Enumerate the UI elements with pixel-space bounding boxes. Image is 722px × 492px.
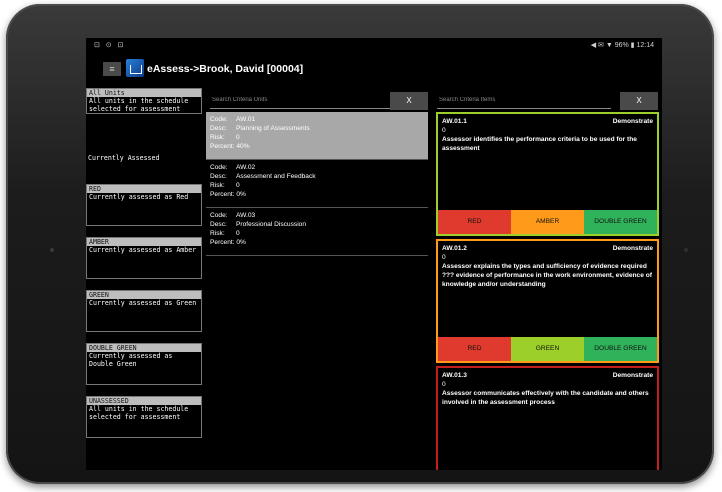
desc-label: Desc:: [210, 221, 227, 228]
filter-text: All units in the schedule selected for a…: [87, 97, 201, 113]
unit-code: AW.03: [236, 212, 256, 219]
screen: ⊡ ⊙ ⊡ ◀ ✉ ▼ 96% ▮ 12:14 ≡ eAssess->Brook…: [86, 38, 662, 470]
criteria-id: AW.01.1: [442, 118, 467, 125]
filter-header: All Units: [87, 89, 201, 97]
criteria-type: Demonstrate: [612, 245, 653, 252]
filter-text: Currently assessed as Red: [87, 193, 201, 225]
menu-button[interactable]: ≡: [103, 62, 121, 76]
unit-code: AW.02: [236, 164, 256, 171]
desc-label: Desc:: [210, 125, 227, 132]
criteria-column: X AW.01.1 Demonstrate 0 Assessor identifi…: [433, 88, 662, 470]
criteria-description: Assessor explains the types and sufficie…: [442, 263, 652, 288]
code-label: Code:: [210, 116, 228, 123]
filter-red[interactable]: RED Currently assessed as Red: [86, 184, 202, 226]
status-icons-left: ⊡ ⊙ ⊡: [94, 42, 126, 49]
filter-header: DOUBLE GREEN: [87, 344, 201, 352]
units-search-input[interactable]: [210, 92, 390, 109]
criteria-card: AW.01.3 Demonstrate 0 Assessor communicat…: [436, 366, 659, 470]
unit-percent: Percent: 40%: [210, 143, 250, 150]
criteria-search-row: X: [433, 88, 662, 112]
criteria-number: 0: [442, 381, 446, 388]
filter-text: All units in the schedule selected for a…: [87, 405, 201, 437]
double-green-button[interactable]: DOUBLE GREEN: [584, 210, 657, 234]
criteria-description: Assessor identifies the performance crit…: [442, 136, 637, 152]
sensor-icon: [684, 248, 688, 252]
filter-text: Currently assessed as Double Green: [87, 352, 201, 384]
filter-unassessed[interactable]: UNASSESSED All units in the schedule sel…: [86, 396, 202, 438]
green-button[interactable]: GREEN: [511, 337, 584, 361]
criteria-id: AW.01.2: [442, 245, 467, 252]
amber-button[interactable]: AMBER: [511, 210, 584, 234]
criteria-type: Demonstrate: [612, 372, 653, 379]
filter-text: Currently assessed as Amber: [87, 246, 201, 278]
unit-list-item[interactable]: Code: AW.02 Desc: Assessment and Feedback …: [206, 160, 428, 208]
units-column: X Code: AW.01 Desc: Planning of Assessment…: [206, 88, 428, 470]
currently-assessed-label: Currently Assessed: [88, 154, 160, 162]
risk-label: Risk:: [210, 182, 225, 189]
filter-column: All Units All units in the schedule sele…: [86, 88, 202, 470]
criteria-number: 0: [442, 254, 446, 261]
desc-label: Desc:: [210, 173, 227, 180]
unit-percent: Percent: 0%: [210, 239, 246, 246]
unit-code: AW.01: [236, 116, 256, 123]
unit-desc: Planning of Assessments: [236, 125, 310, 132]
status-icons-right: ◀ ✉ ▼ 96% ▮ 12:14: [590, 42, 654, 49]
units-search-row: X: [206, 88, 428, 112]
criteria-type: Demonstrate: [612, 118, 653, 125]
unit-desc: Assessment and Feedback: [236, 173, 316, 180]
unit-desc: Professional Discussion: [236, 221, 306, 228]
criteria-number: 0: [442, 127, 446, 134]
unit-list-item[interactable]: Code: AW.03 Desc: Professional Discussion …: [206, 208, 428, 256]
filter-all-units[interactable]: All Units All units in the schedule sele…: [86, 88, 202, 114]
filter-amber[interactable]: AMBER Currently assessed as Amber: [86, 237, 202, 279]
criteria-card: AW.01.1 Demonstrate 0 Assessor identifies…: [436, 112, 659, 236]
filter-double-green[interactable]: DOUBLE GREEN Currently assessed as Doubl…: [86, 343, 202, 385]
filter-text: Currently assessed as Green: [87, 299, 201, 331]
app-logo-icon: [126, 59, 144, 77]
camera-icon: [50, 248, 54, 252]
double-green-button[interactable]: DOUBLE GREEN: [584, 337, 657, 361]
tablet-frame: ⊡ ⊙ ⊡ ◀ ✉ ▼ 96% ▮ 12:14 ≡ eAssess->Brook…: [6, 4, 714, 484]
unit-risk: 0: [236, 230, 240, 237]
units-clear-button[interactable]: X: [390, 92, 428, 110]
app-bar: ≡ eAssess->Brook, David [00004]: [86, 52, 662, 80]
filter-header: UNASSESSED: [87, 397, 201, 405]
app-title: eAssess->Brook, David [00004]: [147, 63, 304, 75]
unit-risk: 0: [236, 182, 240, 189]
code-label: Code:: [210, 212, 228, 219]
status-bar: ⊡ ⊙ ⊡ ◀ ✉ ▼ 96% ▮ 12:14: [86, 38, 662, 52]
red-button[interactable]: RED: [438, 337, 511, 361]
unit-risk: 0: [236, 134, 240, 141]
filter-header: RED: [87, 185, 201, 193]
red-button[interactable]: RED: [438, 210, 511, 234]
filter-green[interactable]: GREEN Currently assessed as Green: [86, 290, 202, 332]
filter-header: GREEN: [87, 291, 201, 299]
unit-list-item[interactable]: Code: AW.01 Desc: Planning of Assessments …: [206, 112, 428, 160]
criteria-id: AW.01.3: [442, 372, 467, 379]
unit-percent: Percent: 0%: [210, 191, 246, 198]
criteria-search-input[interactable]: [437, 92, 611, 109]
filter-header: AMBER: [87, 238, 201, 246]
risk-label: Risk:: [210, 230, 225, 237]
criteria-description: Assessor communicates effectively with t…: [442, 390, 649, 406]
criteria-card: AW.01.2 Demonstrate 0 Assessor explains t…: [436, 239, 659, 363]
criteria-clear-button[interactable]: X: [620, 92, 658, 110]
risk-label: Risk:: [210, 134, 225, 141]
code-label: Code:: [210, 164, 228, 171]
